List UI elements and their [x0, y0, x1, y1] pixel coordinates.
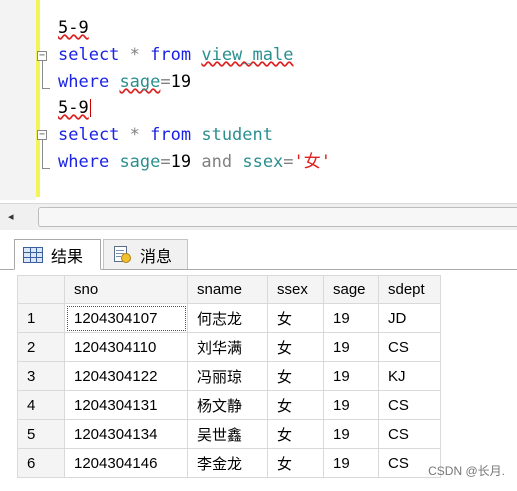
cell-sno[interactable]: 1204304107 [64, 303, 188, 333]
cell-sname[interactable]: 冯丽琼 [187, 361, 268, 391]
operator: = [283, 152, 294, 172]
code-line: where sage=19 [58, 70, 191, 94]
row-number[interactable]: 3 [17, 361, 65, 391]
fold-guide-line [42, 61, 43, 88]
cell-sage[interactable]: 19 [323, 361, 379, 391]
change-indicator-bar [36, 0, 40, 197]
cell-sno[interactable]: 1204304131 [64, 390, 188, 420]
cell-ssex[interactable]: 女 [267, 332, 324, 362]
tab-messages-label: 消息 [140, 248, 173, 266]
cell-sage[interactable]: 19 [323, 448, 379, 478]
cell-sage[interactable]: 19 [323, 419, 379, 449]
grid-icon [23, 246, 43, 263]
keyword-from: from [150, 125, 192, 145]
keyword-where: where [58, 152, 110, 172]
cell-ssex[interactable]: 女 [267, 390, 324, 420]
results-table: sno sname ssex sage sdept 1 1204304107 何… [17, 275, 441, 478]
keyword-and: and [201, 152, 233, 172]
cell-sname[interactable]: 何志龙 [187, 303, 268, 333]
row-number[interactable]: 2 [17, 332, 65, 362]
keyword-select: select [58, 45, 120, 65]
scrollbar-thumb[interactable] [38, 207, 517, 227]
cell-sname[interactable]: 李金龙 [187, 448, 268, 478]
code-line: 5-9 [58, 16, 89, 40]
messages-icon [112, 245, 132, 264]
results-grid: sno sname ssex sage sdept 1 1204304107 何… [0, 270, 517, 491]
cell-sno[interactable]: 1204304134 [64, 419, 188, 449]
code-line: select * from view_male [58, 43, 293, 67]
horizontal-scrollbar[interactable]: ◂ [0, 203, 517, 230]
column-header-sdept[interactable]: sdept [378, 275, 441, 304]
fold-guide-end [42, 88, 50, 89]
header-row: sno sname ssex sage sdept [17, 275, 441, 304]
results-tab-bar: 结果 消息 [0, 230, 517, 270]
code-line: where sage=19 and ssex='女' [58, 150, 331, 174]
column-header-sage[interactable]: sage [323, 275, 379, 304]
watermark-text: CSDN @长月. [428, 464, 505, 478]
cell-sno[interactable]: 1204304110 [64, 332, 188, 362]
table-identifier: view_male [201, 45, 294, 65]
fold-guide-end [42, 168, 50, 169]
row-number[interactable]: 5 [17, 419, 65, 449]
cell-sage[interactable]: 19 [323, 332, 379, 362]
keyword-from: from [150, 45, 192, 65]
fold-guide-line [42, 140, 43, 168]
row-number[interactable]: 4 [17, 390, 65, 420]
cell-sdept[interactable]: CS [378, 390, 441, 420]
number-literal: 19 [170, 152, 192, 172]
code-line: select * from student [58, 123, 273, 147]
table-row[interactable]: 2 1204304110 刘华满 女 19 CS [17, 332, 441, 362]
operator: * [119, 125, 151, 145]
cell-sage[interactable]: 19 [323, 390, 379, 420]
code-text: 5-9 [58, 98, 89, 118]
cell-sno[interactable]: 1204304122 [64, 361, 188, 391]
cell-sname[interactable]: 吴世鑫 [187, 419, 268, 449]
cell-sdept[interactable]: JD [378, 303, 441, 333]
column-header-ssex[interactable]: ssex [267, 275, 324, 304]
keyword-where: where [58, 72, 110, 92]
operator: = [160, 72, 171, 92]
tab-messages[interactable]: 消息 [103, 239, 188, 269]
cell-ssex[interactable]: 女 [267, 361, 324, 391]
cell-sage[interactable]: 19 [323, 303, 379, 333]
editor-gutter [0, 0, 36, 200]
text-cursor [89, 99, 91, 117]
cell-ssex[interactable]: 女 [267, 303, 324, 333]
cell-sdept[interactable]: CS [378, 332, 441, 362]
cell-sdept[interactable]: CS [378, 419, 441, 449]
row-number-header[interactable] [17, 275, 65, 304]
tab-results[interactable]: 结果 [14, 239, 101, 270]
column-header-sno[interactable]: sno [64, 275, 188, 304]
operator: * [119, 45, 151, 65]
cell-sname[interactable]: 刘华满 [187, 332, 268, 362]
table-row[interactable]: 3 1204304122 冯丽琼 女 19 KJ [17, 361, 441, 391]
scroll-left-icon[interactable]: ◂ [8, 210, 14, 223]
string-literal: '女' [293, 152, 332, 172]
column-header-sname[interactable]: sname [187, 275, 268, 304]
code-text: 5-9 [58, 18, 89, 38]
table-row[interactable]: 5 1204304134 吴世鑫 女 19 CS [17, 419, 441, 449]
tab-results-label: 结果 [51, 248, 84, 266]
column-identifier: sage [119, 72, 161, 92]
collapse-icon[interactable]: − [37, 130, 47, 140]
cell-sname[interactable]: 杨文静 [187, 390, 268, 420]
table-row[interactable]: 1 1204304107 何志龙 女 19 JD [17, 303, 441, 333]
table-identifier: student [201, 125, 273, 145]
keyword-select: select [58, 125, 120, 145]
cell-sno[interactable]: 1204304146 [64, 448, 188, 478]
sql-editor[interactable]: − − 5-9 select * from view_male where sa… [0, 0, 517, 200]
operator: = [160, 152, 171, 172]
column-identifier: sage [119, 152, 161, 172]
row-number[interactable]: 1 [17, 303, 65, 333]
code-line: 5-9 [58, 96, 91, 120]
column-identifier: ssex [242, 152, 284, 172]
table-row[interactable]: 6 1204304146 李金龙 女 19 CS [17, 448, 441, 478]
number-literal: 19 [170, 72, 192, 92]
table-row[interactable]: 4 1204304131 杨文静 女 19 CS [17, 390, 441, 420]
row-number[interactable]: 6 [17, 448, 65, 478]
cell-ssex[interactable]: 女 [267, 448, 324, 478]
cell-sdept[interactable]: KJ [378, 361, 441, 391]
collapse-icon[interactable]: − [37, 51, 47, 61]
cell-ssex[interactable]: 女 [267, 419, 324, 449]
